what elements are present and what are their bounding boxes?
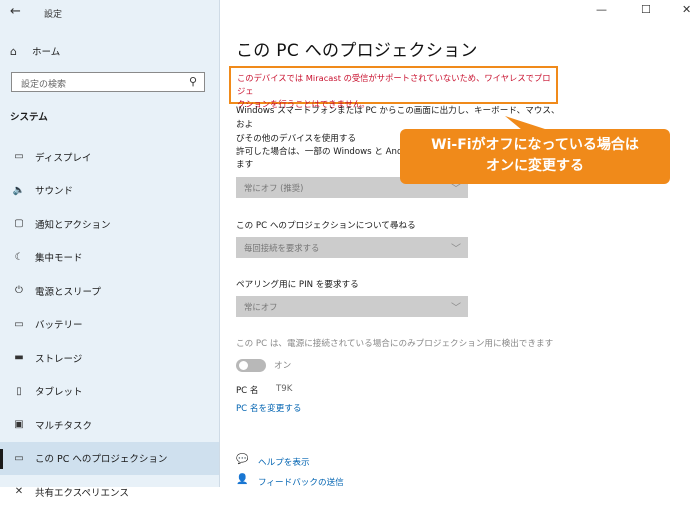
sidebar-item-label: サウンド — [35, 186, 74, 198]
sidebar-item-label: バッテリー — [35, 320, 83, 332]
projection-icon: ▭ — [14, 452, 24, 464]
sidebar-item-home[interactable]: ⌂ ホーム — [10, 42, 60, 60]
toggle-knob — [239, 361, 248, 370]
description-line-1: Windows スマートフォンまたは PC からこの画面に出力し、キーボード、マ… — [236, 106, 560, 130]
sidebar-item-label: ディスプレイ — [35, 152, 92, 164]
chevron-down-icon: ﹀ — [451, 303, 461, 314]
page-title: この PC へのプロジェクション — [236, 41, 478, 61]
minimize-button[interactable]: — — [596, 3, 607, 16]
rename-pc-link[interactable]: PC 名を変更する — [236, 402, 301, 414]
search-icon: ⚲ — [188, 75, 197, 88]
tablet-icon: ▯ — [16, 385, 22, 397]
sidebar-item-label: 集中モード — [35, 253, 83, 265]
notification-icon: ▢ — [14, 218, 24, 230]
sidebar-item-sound[interactable]: 🔈 サウンド — [0, 174, 219, 208]
sidebar-item-label: ストレージ — [35, 353, 83, 365]
allow-label-line-2: ます — [236, 160, 254, 170]
search-input[interactable]: 設定の検索 ⚲ — [11, 72, 205, 92]
search-placeholder: 設定の検索 — [21, 80, 67, 90]
callout-line-1: Wi-Fiがオフになっている場合は — [431, 137, 639, 153]
sidebar-item-label: この PC へのプロジェクション — [35, 454, 168, 466]
sidebar-item-label: 電源とスリープ — [35, 286, 101, 298]
feedback-icon: 👤 — [236, 474, 249, 485]
display-icon: ▭ — [14, 151, 24, 163]
multitask-icon: ▣ — [14, 419, 24, 431]
close-button[interactable]: ✕ — [682, 3, 691, 16]
sidebar-item-shared-experiences[interactable]: ✕ 共有エクスペリエンス — [0, 475, 219, 509]
sidebar-item-focus-assist[interactable]: ☾ 集中モード — [0, 241, 219, 275]
battery-icon: ▭ — [14, 318, 24, 330]
miracast-warning: このデバイスでは Miracast の受信がサポートされていないため、ワイヤレス… — [229, 66, 558, 109]
chevron-down-icon: ﹀ — [451, 244, 461, 255]
sidebar-item-display[interactable]: ▭ ディスプレイ — [0, 140, 219, 174]
sidebar: ← 設定 ⌂ ホーム 設定の検索 ⚲ システム ▭ ディスプレイ 🔈 サウンド … — [0, 0, 220, 499]
allow-projection-value: 常にオフ (推奨) — [244, 183, 304, 193]
sidebar-item-label: 通知とアクション — [35, 219, 111, 231]
sidebar-item-notifications[interactable]: ▢ 通知とアクション — [0, 207, 219, 241]
focus-assist-icon: ☾ — [14, 251, 24, 263]
wifi-callout: Wi-Fiがオフになっている場合は オンに変更する — [400, 129, 670, 184]
toggle-state-label: オン — [274, 361, 292, 371]
ask-projection-label: この PC へのプロジェクションについて尋ねる — [236, 221, 416, 231]
titlebar: ← 設定 — [0, 0, 219, 26]
sidebar-item-projection[interactable]: ▭ この PC へのプロジェクション — [0, 441, 219, 475]
power-icon: ⏻ — [15, 285, 23, 297]
feedback-link[interactable]: フィードバックの送信 — [258, 476, 344, 488]
warning-line-1: このデバイスでは Miracast の受信がサポートされていないため、ワイヤレス… — [237, 73, 551, 96]
shared-experience-icon: ✕ — [14, 486, 24, 498]
power-detect-label: この PC は、電源に接続されている場合にのみプロジェクション用に検出できます — [236, 339, 554, 349]
callout-line-2: オンに変更する — [486, 158, 584, 174]
back-arrow-icon[interactable]: ← — [10, 4, 21, 19]
ask-projection-value: 毎回接続を要求する — [244, 243, 320, 253]
pin-value: 常にオフ — [244, 302, 278, 312]
section-title: システム — [10, 112, 48, 123]
ask-projection-dropdown[interactable]: 毎回接続を要求する ﹀ — [236, 237, 468, 258]
app-title: 設定 — [44, 10, 63, 20]
storage-icon: ▬ — [14, 352, 24, 364]
home-icon: ⌂ — [10, 44, 17, 58]
sidebar-item-power[interactable]: ⏻ 電源とスリープ — [0, 274, 219, 308]
sidebar-item-label: マルチタスク — [35, 420, 93, 432]
power-detect-toggle[interactable] — [236, 359, 266, 372]
home-label: ホーム — [32, 47, 61, 58]
sidebar-nav: ▭ ディスプレイ 🔈 サウンド ▢ 通知とアクション ☾ 集中モード ⏻ 電源と… — [0, 140, 219, 509]
allow-label-line-1: 許可した場合は、一部の Windows と Andr — [236, 147, 406, 157]
pin-label: ペアリング用に PIN を要求する — [236, 280, 359, 290]
get-help-link[interactable]: ヘルプを表示 — [258, 456, 310, 468]
maximize-button[interactable]: ☐ — [641, 3, 651, 16]
sidebar-item-multitasking[interactable]: ▣ マルチタスク — [0, 408, 219, 442]
sidebar-item-storage[interactable]: ▬ ストレージ — [0, 341, 219, 375]
sidebar-item-tablet[interactable]: ▯ タブレット — [0, 375, 219, 409]
pc-name-key: PC 名 — [236, 386, 259, 396]
pin-dropdown[interactable]: 常にオフ ﹀ — [236, 296, 468, 317]
help-icon: 💬 — [236, 454, 249, 465]
pc-name-value: T9K — [276, 384, 293, 394]
sidebar-item-battery[interactable]: ▭ バッテリー — [0, 308, 219, 342]
allow-projection-label: 許可した場合は、一部の Windows と Andr ます — [236, 146, 406, 172]
sound-icon: 🔈 — [12, 184, 26, 196]
sidebar-item-label: タブレット — [35, 387, 83, 399]
